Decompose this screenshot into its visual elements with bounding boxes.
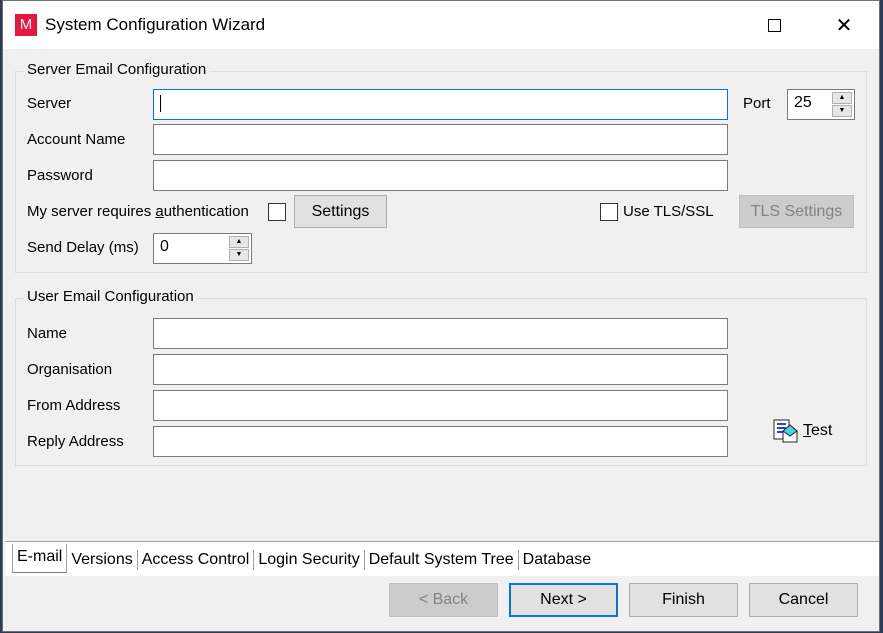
finish-button[interactable]: Finish — [629, 583, 738, 617]
test-button[interactable]: Test — [773, 419, 832, 443]
reply-address-label: Reply Address — [27, 433, 124, 450]
maximize-button[interactable] — [751, 1, 797, 49]
tab-default-system-tree[interactable]: Default System Tree — [365, 547, 518, 573]
user-email-group-label: User Email Configuration — [24, 288, 197, 305]
tab-database[interactable]: Database — [519, 547, 596, 573]
send-delay-spinner[interactable]: 0 ▲ ▼ — [153, 233, 252, 264]
account-name-label: Account Name — [27, 131, 126, 148]
delay-up-button[interactable]: ▲ — [229, 236, 249, 248]
server-label: Server — [27, 95, 72, 112]
password-input[interactable] — [153, 160, 728, 191]
close-icon: ✕ — [835, 14, 853, 37]
port-spinner[interactable]: 25 ▲ ▼ — [787, 89, 855, 120]
reply-address-input[interactable] — [153, 426, 728, 457]
port-down-button[interactable]: ▼ — [832, 105, 852, 117]
maximize-icon — [767, 18, 781, 32]
account-name-input[interactable] — [153, 124, 728, 155]
server-input[interactable] — [153, 89, 728, 120]
organisation-label: Organisation — [27, 361, 113, 378]
close-button[interactable]: ✕ — [821, 1, 867, 49]
back-button[interactable]: < Back — [389, 583, 498, 617]
auth-checkbox[interactable] — [268, 203, 286, 221]
tab-login-security[interactable]: Login Security — [254, 547, 363, 573]
port-label: Port — [743, 95, 771, 112]
delay-down-button[interactable]: ▼ — [229, 249, 249, 261]
from-address-input[interactable] — [153, 390, 728, 421]
password-label: Password — [27, 167, 93, 184]
server-email-group-label: Server Email Configuration — [24, 61, 210, 78]
wizard-window: M System Configuration Wizard ✕ Server E… — [2, 0, 880, 632]
from-address-label: From Address — [27, 397, 121, 414]
tls-checkbox[interactable] — [600, 203, 618, 221]
settings-button[interactable]: Settings — [294, 195, 387, 228]
tab-strip: E-mail Versions Access Control Login Sec… — [12, 543, 595, 573]
port-up-button[interactable]: ▲ — [832, 92, 852, 104]
cancel-button[interactable]: Cancel — [749, 583, 858, 617]
tls-label: Use TLS/SSL — [623, 203, 714, 220]
tab-versions[interactable]: Versions — [67, 547, 136, 573]
text-caret — [160, 94, 161, 112]
auth-label: My server requires authentication — [27, 203, 249, 220]
name-label: Name — [27, 325, 68, 342]
tab-email[interactable]: E-mail — [12, 544, 68, 573]
app-icon: M — [15, 14, 37, 36]
next-button[interactable]: Next > — [509, 583, 618, 617]
tls-settings-button[interactable]: TLS Settings — [739, 195, 854, 228]
name-input[interactable] — [153, 318, 728, 349]
port-value: 25 — [794, 94, 812, 111]
window-title: System Configuration Wizard — [45, 15, 266, 34]
title-bar: M System Configuration Wizard ✕ — [3, 1, 879, 49]
send-delay-label: Send Delay (ms) — [27, 239, 139, 256]
organisation-input[interactable] — [153, 354, 728, 385]
tab-access-control[interactable]: Access Control — [138, 547, 254, 573]
send-delay-value: 0 — [160, 238, 169, 255]
mail-document-icon — [773, 419, 798, 443]
